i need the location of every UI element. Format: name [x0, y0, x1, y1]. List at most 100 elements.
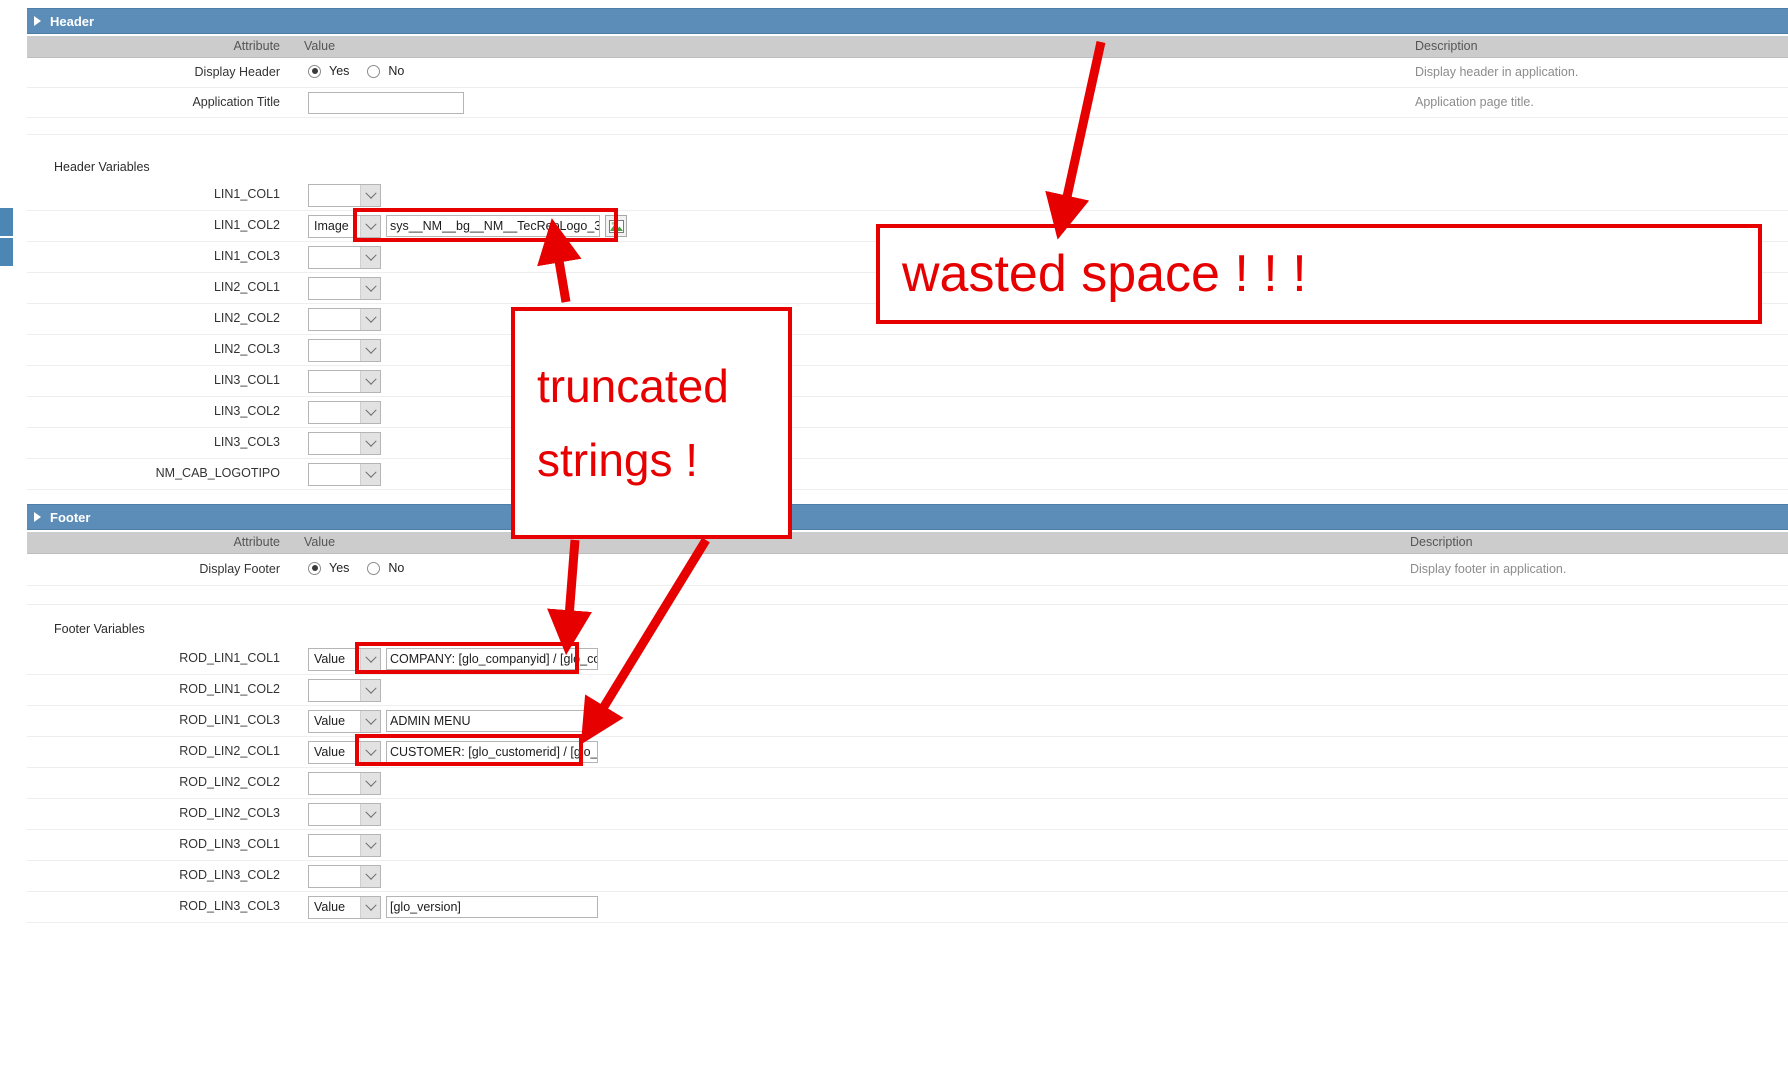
label-display-header: Display Header — [194, 65, 280, 79]
type-select-value — [309, 185, 360, 206]
type-select[interactable] — [308, 463, 381, 486]
radio-group-display-footer[interactable]: Yes No — [308, 561, 414, 575]
annotation-wasted-space-text: wasted space ! ! ! — [902, 245, 1307, 303]
chevron-down-icon[interactable] — [360, 340, 380, 361]
row-label: ROD_LIN3_COL2 — [179, 868, 280, 882]
type-select[interactable] — [308, 679, 381, 702]
chevron-down-icon[interactable] — [360, 897, 380, 918]
chevron-down-icon[interactable] — [360, 866, 380, 887]
type-select[interactable] — [308, 277, 381, 300]
type-select[interactable] — [308, 772, 381, 795]
type-select[interactable] — [308, 308, 381, 331]
row-label: LIN3_COL2 — [213, 404, 280, 418]
chevron-down-icon[interactable] — [360, 773, 380, 794]
type-select[interactable]: Value — [308, 741, 381, 764]
table-row: ROD_LIN2_COL3 — [27, 799, 1788, 830]
col-footer-value: Value — [304, 535, 336, 549]
radio-display-footer-no[interactable] — [367, 561, 381, 575]
table-row: ROD_LIN3_COL2 — [27, 861, 1788, 892]
chevron-down-icon[interactable] — [360, 216, 380, 237]
input-application-title[interactable] — [308, 92, 464, 114]
chevron-down-icon[interactable] — [360, 711, 380, 732]
chevron-down-icon[interactable] — [360, 742, 380, 763]
table-row: LIN1_COL1 — [27, 180, 1788, 211]
radio-group-display-header[interactable]: Yes No — [308, 64, 414, 78]
value-input[interactable]: sys__NM__bg__NM__TecRepLogo_3( — [386, 215, 600, 237]
image-icon[interactable] — [605, 215, 627, 237]
row-label: LIN1_COL3 — [213, 249, 280, 263]
table-row: ROD_LIN3_COL1 — [27, 830, 1788, 861]
chevron-down-icon[interactable] — [360, 278, 380, 299]
table-row: ROD_LIN2_COL1 Value CUSTOMER: [glo_custome… — [27, 737, 1788, 768]
type-select-value — [309, 402, 360, 423]
table-row: NM_CAB_LOGOTIPO — [27, 459, 1788, 490]
row-label: LIN2_COL3 — [213, 342, 280, 356]
type-select-value — [309, 309, 360, 330]
chevron-down-icon[interactable] — [360, 835, 380, 856]
label-application-title: Application Title — [192, 95, 280, 109]
row-label: LIN3_COL3 — [213, 435, 280, 449]
type-select[interactable]: Image — [308, 215, 381, 238]
row-display-footer: Display Footer Yes No Display footer in … — [27, 554, 1788, 586]
type-select-value — [309, 680, 360, 701]
type-select[interactable]: Value — [308, 896, 381, 919]
rail-tab-1[interactable] — [0, 208, 13, 236]
type-select-value — [309, 371, 360, 392]
rail-tab-2[interactable] — [0, 238, 13, 266]
heading-footer-variables: Footer Variables — [54, 622, 145, 636]
left-rail — [0, 0, 28, 1080]
table-row: ROD_LIN2_COL2 — [27, 768, 1788, 799]
chevron-down-icon[interactable] — [360, 247, 380, 268]
radio-display-header-yes[interactable] — [308, 64, 321, 78]
row-label: ROD_LIN1_COL2 — [179, 682, 280, 696]
type-select[interactable]: Value — [308, 648, 381, 671]
label-display-footer: Display Footer — [199, 562, 280, 576]
row-label: ROD_LIN1_COL3 — [179, 713, 280, 727]
type-select[interactable] — [308, 432, 381, 455]
footer-table-head: Attribute Value Description — [27, 532, 1788, 554]
chevron-down-icon[interactable] — [360, 804, 380, 825]
type-select-value — [309, 804, 360, 825]
value-input[interactable]: COMPANY: [glo_companyid] / [glo_cor — [386, 648, 598, 670]
type-select[interactable] — [308, 803, 381, 826]
row-label: ROD_LIN3_COL3 — [179, 899, 280, 913]
table-row: LIN3_COL3 — [27, 428, 1788, 459]
chevron-down-icon[interactable] — [360, 309, 380, 330]
value-input[interactable]: [glo_version] — [386, 896, 598, 918]
caret-right-icon — [34, 512, 41, 522]
type-select[interactable] — [308, 865, 381, 888]
type-select[interactable] — [308, 834, 381, 857]
radio-label-yes: Yes — [329, 561, 350, 575]
chevron-down-icon[interactable] — [360, 649, 380, 670]
type-select[interactable] — [308, 339, 381, 362]
type-select[interactable] — [308, 401, 381, 424]
type-select-value — [309, 464, 360, 485]
table-row: ROD_LIN1_COL2 — [27, 675, 1788, 706]
chevron-down-icon[interactable] — [360, 680, 380, 701]
section-bar-header[interactable]: Header — [27, 8, 1788, 34]
chevron-down-icon[interactable] — [360, 464, 380, 485]
type-select[interactable] — [308, 370, 381, 393]
section-title-header: Header — [50, 13, 95, 29]
value-input[interactable]: CUSTOMER: [glo_customerid] / [glo_c — [386, 741, 598, 763]
chevron-down-icon[interactable] — [360, 371, 380, 392]
radio-display-footer-yes[interactable] — [308, 561, 321, 575]
type-select[interactable] — [308, 184, 381, 207]
row-label: LIN1_COL2 — [213, 218, 280, 232]
col-header-description: Description — [1415, 39, 1478, 53]
col-header-attribute: Attribute — [233, 39, 280, 53]
chevron-down-icon[interactable] — [360, 433, 380, 454]
chevron-down-icon[interactable] — [360, 185, 380, 206]
row-label: LIN2_COL1 — [213, 280, 280, 294]
table-row: ROD_LIN3_COL3 Value [glo_version] — [27, 892, 1788, 923]
radio-display-header-no[interactable] — [367, 64, 381, 78]
radio-label-yes: Yes — [329, 64, 350, 78]
row-display-header: Display Header Yes No Display header in … — [27, 58, 1788, 88]
value-input[interactable]: ADMIN MENU — [386, 710, 598, 732]
col-header-value: Value — [304, 39, 336, 53]
type-select[interactable]: Value — [308, 710, 381, 733]
annotation-truncated-line1: truncated — [537, 360, 729, 412]
chevron-down-icon[interactable] — [360, 402, 380, 423]
type-select[interactable] — [308, 246, 381, 269]
section-bar-footer[interactable]: Footer — [27, 504, 1788, 530]
